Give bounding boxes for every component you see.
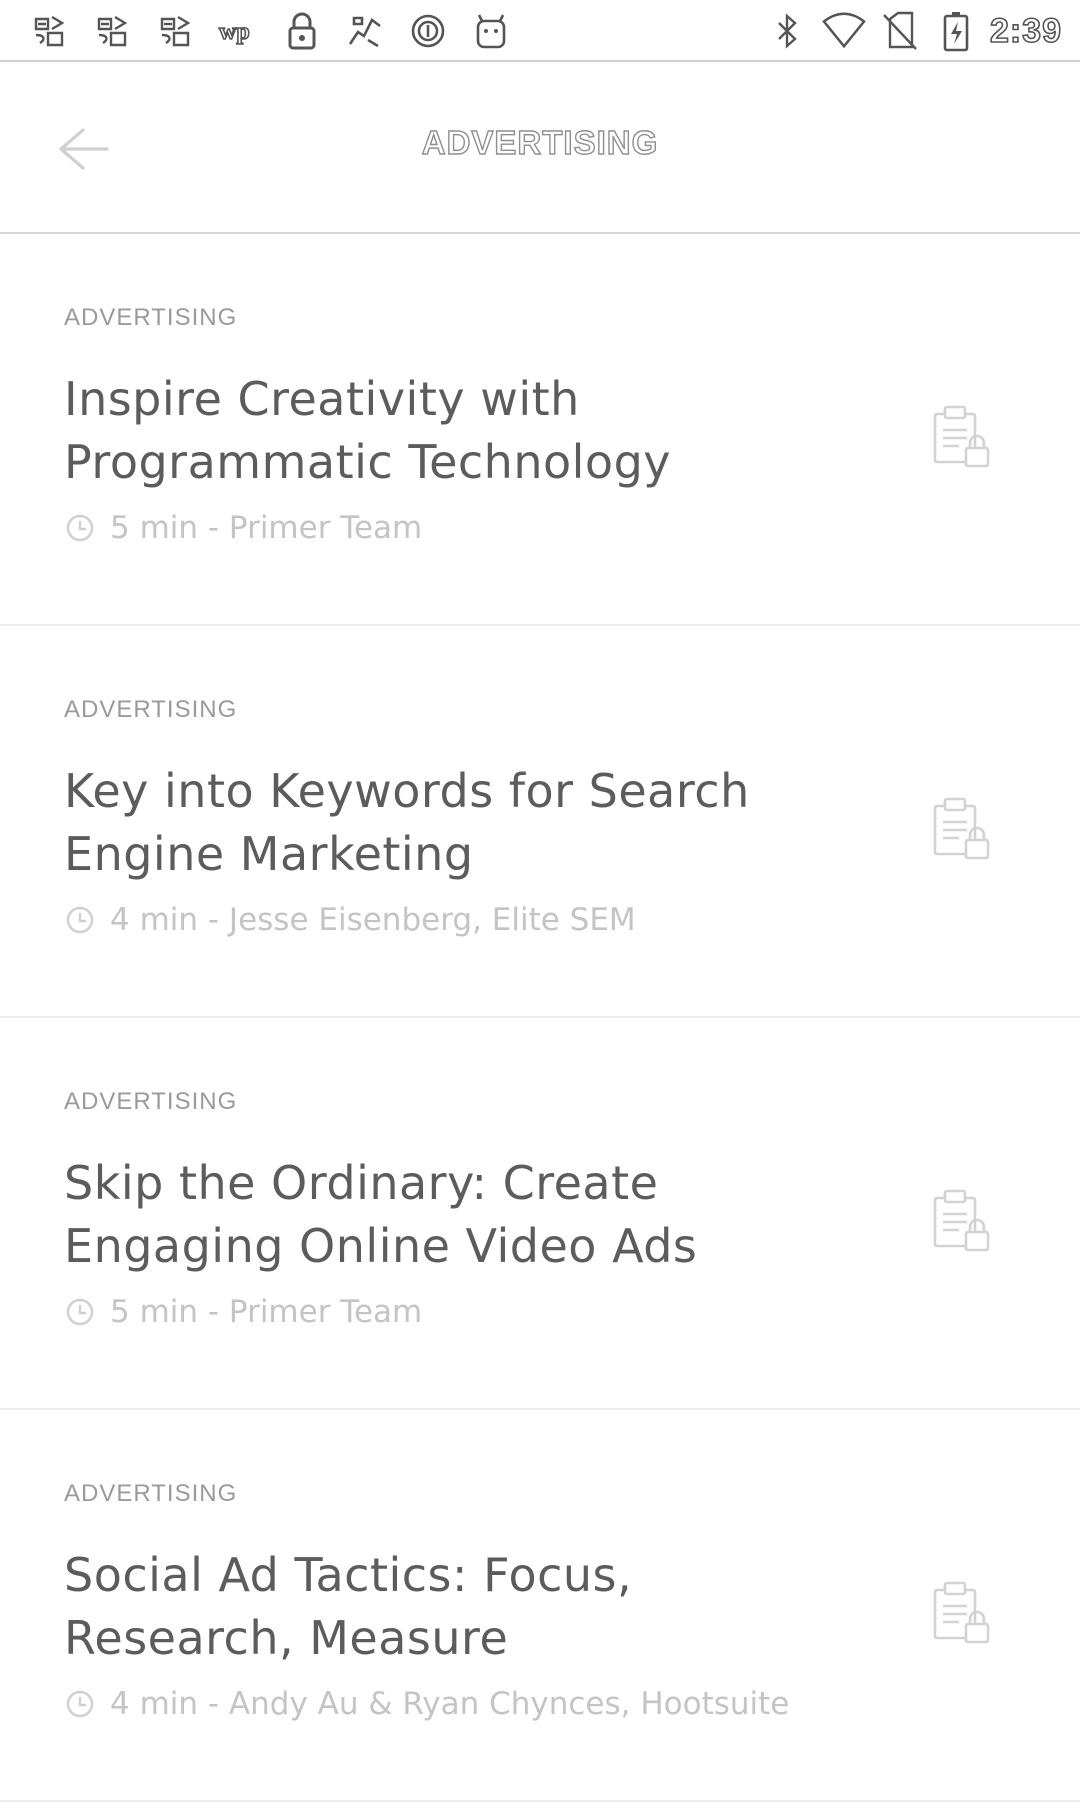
wp-icon: wp <box>217 9 261 53</box>
fan-icon <box>343 9 387 53</box>
wifi-icon <box>822 9 866 53</box>
article-category: ADVERTISING <box>64 696 238 723</box>
status-time: 2:39 <box>989 11 1062 51</box>
android-icon <box>469 9 513 53</box>
article-meta-row: 4 min - Jesse Eisenberg, Elite SEM <box>64 902 636 938</box>
article-category: ADVERTISING <box>64 1480 238 1507</box>
article-card[interactable]: ADVERTISING Skip the Ordinary: Create En… <box>0 1018 1080 1410</box>
clock-icon <box>64 1688 96 1720</box>
locked-lesson-icon <box>930 1578 996 1648</box>
article-meta-row: 4 min - Andy Au & Ryan Chynces, Hootsuit… <box>64 1686 789 1722</box>
article-title[interactable]: Key into Keywords for Search Engine Mark… <box>64 760 824 886</box>
article-meta: 4 min - Andy Au & Ryan Chynces, Hootsuit… <box>110 1686 790 1722</box>
circle-icon <box>406 9 450 53</box>
article-card[interactable]: ADVERTISING Social Ad Tactics: Focus, Re… <box>0 1410 1080 1802</box>
article-list: ADVERTISING Inspire Creativity with Prog… <box>0 234 1080 1802</box>
article-card[interactable]: ADVERTISING Key into Keywords for Search… <box>0 626 1080 1018</box>
locked-lesson-icon <box>930 794 996 864</box>
lock-icon <box>280 9 324 53</box>
article-meta-row: 5 min - Primer Team <box>64 1294 422 1330</box>
clock-icon <box>64 1296 96 1328</box>
article-title[interactable]: Skip the Ordinary: Create Engaging Onlin… <box>64 1152 824 1278</box>
article-meta: 5 min - Primer Team <box>110 1294 423 1330</box>
svg-text:wp: wp <box>219 19 250 45</box>
article-title[interactable]: Inspire Creativity with Programmatic Tec… <box>64 368 824 494</box>
battery-charging-icon <box>934 9 978 53</box>
bluetooth-icon <box>766 9 810 53</box>
app-bar: ADVERTISING <box>0 62 1080 234</box>
system-icons: 2:39 <box>766 8 1062 54</box>
article-meta: 5 min - Primer Team <box>110 510 423 546</box>
locked-lesson-icon <box>930 402 996 472</box>
notification-icons: wp <box>28 8 532 54</box>
article-card[interactable]: ADVERTISING Inspire Creativity with Prog… <box>0 234 1080 626</box>
notification-icon-1 <box>28 9 72 53</box>
notification-icon-3 <box>154 9 198 53</box>
clock-icon <box>64 904 96 936</box>
notification-icon-2 <box>91 9 135 53</box>
article-meta: 4 min - Jesse Eisenberg, Elite SEM <box>110 902 636 938</box>
article-meta-row: 5 min - Primer Team <box>64 510 422 546</box>
no-sim-icon <box>878 9 922 53</box>
status-bar: wp 2:39 <box>0 0 1080 62</box>
article-category: ADVERTISING <box>64 304 238 331</box>
article-title[interactable]: Social Ad Tactics: Focus, Research, Meas… <box>64 1544 824 1670</box>
page-title: ADVERTISING <box>421 123 659 161</box>
clock-icon <box>64 512 96 544</box>
locked-lesson-icon <box>930 1186 996 1256</box>
article-category: ADVERTISING <box>64 1088 238 1115</box>
